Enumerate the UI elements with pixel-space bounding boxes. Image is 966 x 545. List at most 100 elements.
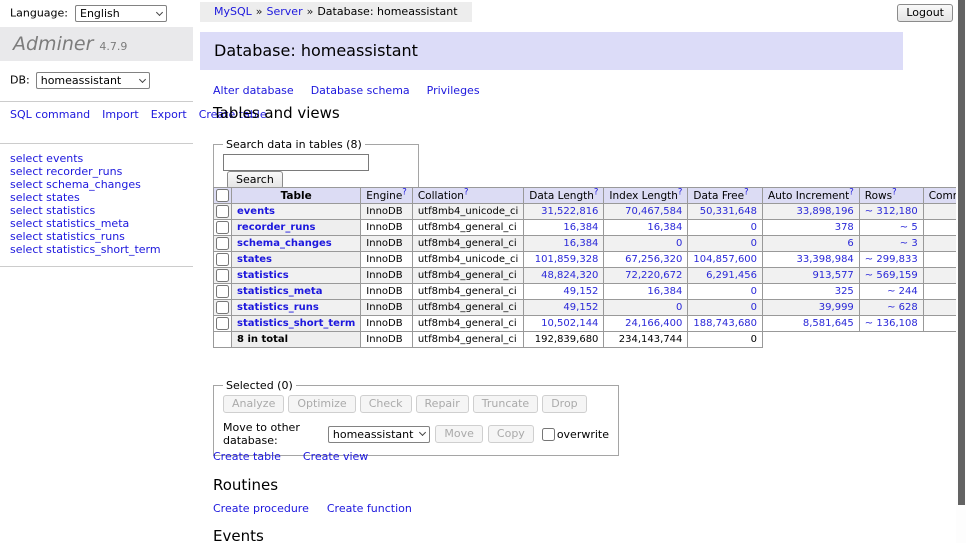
help-icon[interactable]: ? — [744, 187, 749, 197]
help-icon[interactable]: ? — [464, 187, 469, 197]
auto-increment-cell-link[interactable]: 33,398,984 — [797, 254, 854, 265]
rows-cell-link[interactable]: ~ 3 — [900, 238, 918, 249]
rows-cell-link[interactable]: ~ 628 — [887, 302, 918, 313]
sidebar-select-statistics-short-term-link[interactable]: select statistics_short_term — [10, 243, 161, 256]
rows-cell-link[interactable]: ~ 5 — [900, 222, 918, 233]
breadcrumb-mysql-link[interactable]: MySQL — [214, 5, 252, 18]
copy-button[interactable]: Copy — [488, 425, 534, 443]
row-checkbox[interactable] — [216, 253, 229, 266]
sidebar-select-statistics-link[interactable]: select statistics — [10, 204, 161, 217]
data-free-cell-link[interactable]: 188,743,680 — [693, 318, 757, 329]
auto-increment-cell-link[interactable]: 913,577 — [812, 270, 853, 281]
scrollbar-thumb[interactable] — [958, 0, 965, 505]
sidebar-export-link[interactable]: Export — [151, 108, 187, 121]
row-checkbox[interactable] — [216, 269, 229, 282]
truncate-button[interactable]: Truncate — [473, 395, 538, 413]
create-view-link[interactable]: Create view — [303, 450, 368, 463]
data-length-cell-link[interactable]: 10,502,144 — [541, 318, 598, 329]
sidebar-select-statistics-meta-link[interactable]: select statistics_meta — [10, 217, 161, 230]
data-free-cell-link[interactable]: 6,291,456 — [706, 270, 757, 281]
help-icon[interactable]: ? — [402, 187, 407, 197]
data-length-cell-link[interactable]: 16,384 — [563, 238, 598, 249]
sidebar-sql-command-link[interactable]: SQL command — [10, 108, 90, 121]
auto-increment-cell-link[interactable]: 33,898,196 — [797, 206, 854, 217]
db-select[interactable]: homeassistant — [36, 72, 150, 89]
move-button[interactable]: Move — [435, 425, 483, 443]
data-length-cell-link[interactable]: 49,152 — [563, 302, 598, 313]
rows-cell-link[interactable]: ~ 312,180 — [865, 206, 918, 217]
auto-increment-cell-link[interactable]: 8,581,645 — [803, 318, 854, 329]
privileges-link[interactable]: Privileges — [427, 84, 480, 97]
row-checkbox[interactable] — [216, 285, 229, 298]
scrollbar-track[interactable] — [956, 0, 966, 543]
alter-database-link[interactable]: Alter database — [213, 84, 294, 97]
table-name-link[interactable]: statistics_meta — [237, 286, 322, 297]
data-length-cell-link[interactable]: 49,152 — [563, 286, 598, 297]
index-length-cell-link[interactable]: 0 — [676, 302, 682, 313]
analyze-button[interactable]: Analyze — [223, 395, 284, 413]
row-checkbox[interactable] — [216, 205, 229, 218]
sidebar-select-statistics-runs-link[interactable]: select statistics_runs — [10, 230, 161, 243]
rows-cell-link[interactable]: ~ 569,159 — [865, 270, 918, 281]
breadcrumb-server-link[interactable]: Server — [267, 5, 303, 18]
data-free-cell-link[interactable]: 0 — [751, 286, 757, 297]
table-name-link[interactable]: statistics_runs — [237, 302, 319, 313]
sidebar-select-recorder-runs-link[interactable]: select recorder_runs — [10, 165, 161, 178]
data-free-cell-link[interactable]: 0 — [751, 238, 757, 249]
auto-increment-cell-link[interactable]: 378 — [835, 222, 854, 233]
table-name-link[interactable]: events — [237, 206, 275, 217]
sidebar-select-states-link[interactable]: select states — [10, 191, 161, 204]
auto-increment-cell-link[interactable]: 6 — [847, 238, 853, 249]
table-name-link[interactable]: statistics_short_term — [237, 318, 355, 329]
help-icon[interactable]: ? — [678, 187, 683, 197]
overwrite-checkbox[interactable] — [542, 428, 555, 441]
sidebar-select-schema-changes-link[interactable]: select schema_changes — [10, 178, 161, 191]
index-length-cell-link[interactable]: 70,467,584 — [625, 206, 682, 217]
data-length-cell-link[interactable]: 101,859,328 — [535, 254, 599, 265]
create-table-link[interactable]: Create table — [213, 450, 281, 463]
logout-button[interactable]: Logout — [897, 4, 953, 22]
data-free-cell-link[interactable]: 50,331,648 — [700, 206, 757, 217]
repair-button[interactable]: Repair — [416, 395, 469, 413]
optimize-button[interactable]: Optimize — [288, 395, 355, 413]
data-length-cell-link[interactable]: 16,384 — [563, 222, 598, 233]
data-free-cell-link[interactable]: 0 — [751, 302, 757, 313]
rows-cell-link[interactable]: ~ 136,108 — [865, 318, 918, 329]
data-free-cell-link[interactable]: 0 — [751, 222, 757, 233]
sidebar-import-link[interactable]: Import — [102, 108, 139, 121]
table-name-link[interactable]: states — [237, 254, 272, 265]
auto-increment-cell-link[interactable]: 325 — [835, 286, 854, 297]
database-schema-link[interactable]: Database schema — [311, 84, 410, 97]
create-procedure-link[interactable]: Create procedure — [213, 502, 309, 515]
row-checkbox[interactable] — [216, 221, 229, 234]
data-length-cell-link[interactable]: 31,522,816 — [541, 206, 598, 217]
data-length-cell-link[interactable]: 48,824,320 — [541, 270, 598, 281]
row-checkbox[interactable] — [216, 301, 229, 314]
row-checkbox[interactable] — [216, 237, 229, 250]
index-length-cell-link[interactable]: 16,384 — [647, 286, 682, 297]
index-length-cell-link[interactable]: 67,256,320 — [625, 254, 682, 265]
move-db-select[interactable]: homeassistant — [328, 426, 431, 443]
auto-increment-cell-link[interactable]: 39,999 — [819, 302, 854, 313]
table-name-link[interactable]: recorder_runs — [237, 222, 315, 233]
index-length-cell-link[interactable]: 24,166,400 — [625, 318, 682, 329]
help-icon[interactable]: ? — [594, 187, 599, 197]
search-input[interactable] — [223, 154, 369, 171]
index-length-cell-link[interactable]: 72,220,672 — [625, 270, 682, 281]
create-function-link[interactable]: Create function — [327, 502, 412, 515]
index-length-cell-link[interactable]: 0 — [676, 238, 682, 249]
sidebar-select-events-link[interactable]: select events — [10, 152, 161, 165]
rows-cell-link[interactable]: ~ 244 — [887, 286, 918, 297]
data-free-cell-link[interactable]: 104,857,600 — [693, 254, 757, 265]
language-select[interactable]: English — [75, 5, 167, 22]
help-icon[interactable]: ? — [892, 187, 897, 197]
table-name-link[interactable]: schema_changes — [237, 238, 332, 249]
select-all-checkbox[interactable] — [216, 189, 229, 202]
rows-cell-link[interactable]: ~ 299,833 — [865, 254, 918, 265]
help-icon[interactable]: ? — [849, 187, 854, 197]
table-name-link[interactable]: statistics — [237, 270, 289, 281]
check-button[interactable]: Check — [360, 395, 412, 413]
row-checkbox[interactable] — [216, 317, 229, 330]
drop-button[interactable]: Drop — [542, 395, 586, 413]
index-length-cell-link[interactable]: 16,384 — [647, 222, 682, 233]
